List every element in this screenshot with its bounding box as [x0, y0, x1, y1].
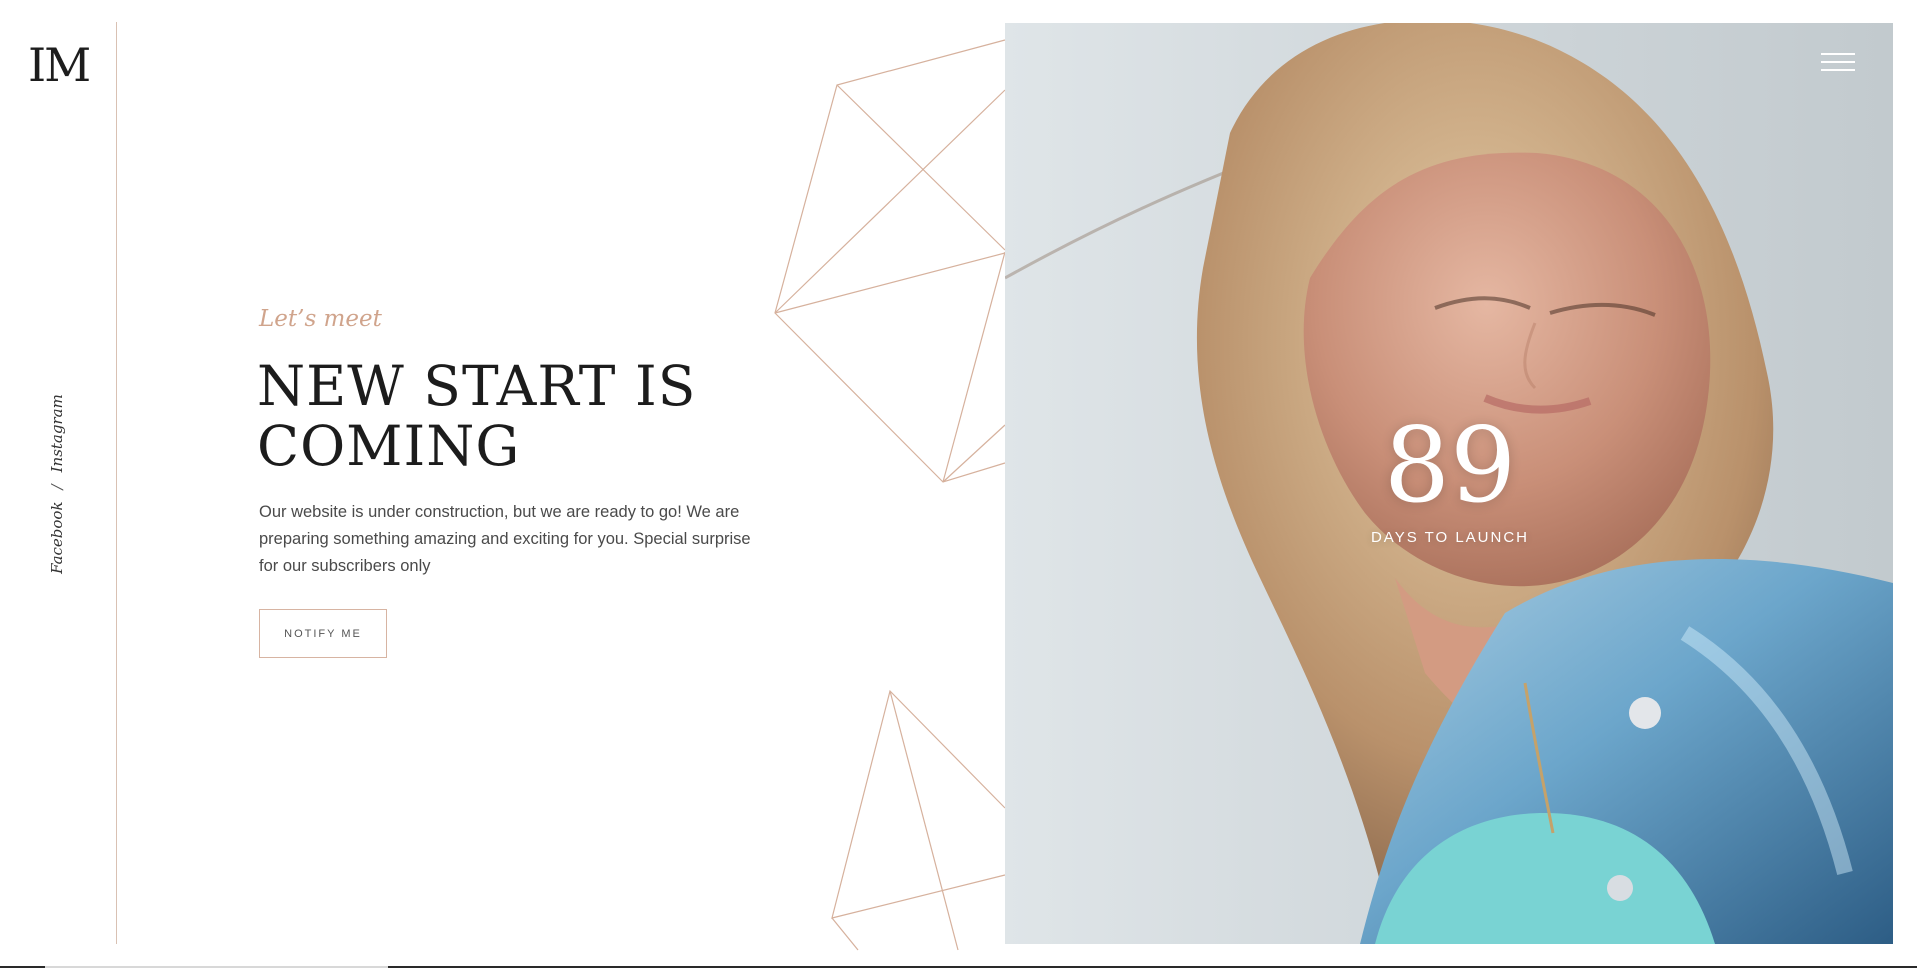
countdown-label: DAYS TO LAUNCH	[1370, 529, 1530, 546]
headline-line-1: NEW START IS	[257, 354, 697, 418]
instagram-link[interactable]: Instagram	[48, 394, 66, 472]
coming-soon-page: IM Facebook / Instagram Let’s meet NEW STA…	[0, 0, 1917, 970]
logo[interactable]: IM	[28, 42, 91, 88]
social-separator: /	[48, 484, 66, 490]
hamburger-menu-button[interactable]	[1821, 51, 1855, 73]
hero-eyebrow: Let’s meet	[259, 306, 382, 332]
geometric-line-art	[774, 39, 1006, 951]
bottom-progress-highlight	[45, 966, 388, 968]
notify-me-button[interactable]: NOTIFY ME	[259, 609, 387, 658]
launch-countdown: 89 DAYS TO LAUNCH	[1370, 413, 1530, 546]
headline-line-2: COMING	[257, 414, 521, 478]
left-rail-divider	[116, 22, 117, 944]
countdown-value: 89	[1383, 404, 1517, 526]
hero-image: 89 DAYS TO LAUNCH	[1005, 23, 1893, 944]
facebook-link[interactable]: Facebook	[48, 501, 66, 573]
hero-description: Our website is under construction, but w…	[259, 503, 751, 575]
social-links: Facebook / Instagram	[48, 394, 66, 574]
hero-headline: NEW START IS COMING	[257, 356, 777, 476]
